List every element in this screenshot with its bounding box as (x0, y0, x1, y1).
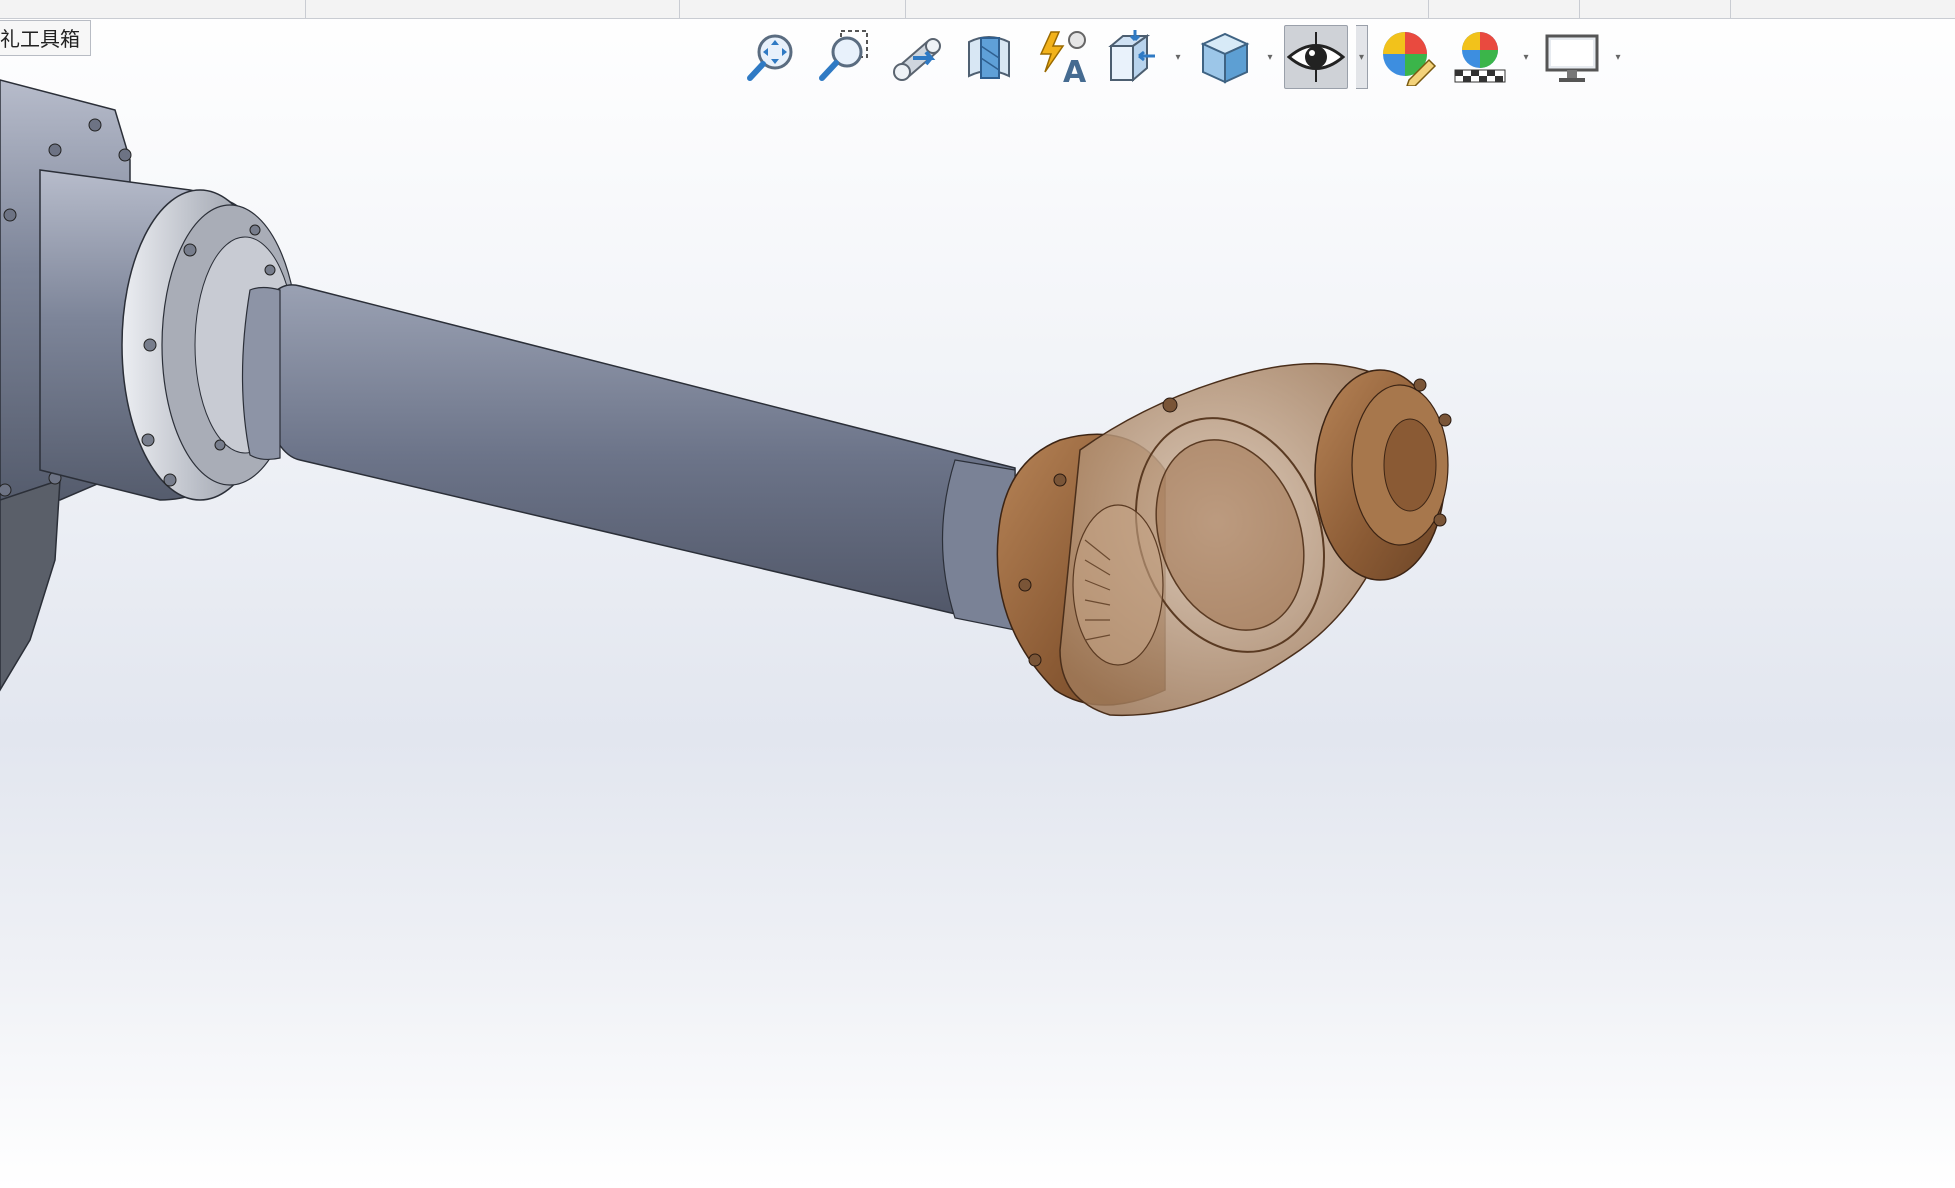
section-view-button[interactable] (956, 25, 1020, 89)
zoom-area-icon (819, 30, 868, 81)
apply-scene-dropdown[interactable]: ▾ (1520, 25, 1532, 89)
zoom-fit-icon (747, 34, 793, 81)
edit-appearance-button[interactable] (1376, 25, 1440, 89)
view-orientation-icon (1108, 30, 1155, 83)
view-settings-dropdown[interactable]: ▾ (1612, 25, 1624, 89)
zoom-to-fit-button[interactable] (740, 25, 804, 89)
view-orientation-dropdown[interactable]: ▾ (1172, 25, 1184, 89)
graphics-area[interactable] (0, 0, 1955, 1188)
dynamic-annotation-icon: A (1039, 31, 1087, 86)
svg-text:A: A (1063, 55, 1087, 86)
view-orientation-button[interactable] (1100, 25, 1164, 89)
apply-scene-button[interactable] (1448, 25, 1512, 89)
display-style-button[interactable] (1192, 25, 1256, 89)
heads-up-view-toolbar: A ▾ ▾ ▾ ▾ ▾ (740, 22, 1624, 92)
previous-view-icon (893, 38, 941, 81)
chevron-down-icon: ▾ (1358, 51, 1365, 63)
apply-scene-icon (1454, 32, 1506, 83)
chevron-down-icon: ▾ (1523, 51, 1529, 63)
edit-appearance-icon (1383, 32, 1437, 86)
chevron-down-icon: ▾ (1615, 51, 1621, 63)
display-style-icon (1200, 32, 1250, 84)
forearm-shaft[interactable] (241, 284, 1016, 631)
previous-view-button[interactable] (884, 25, 948, 89)
hide-show-items-button[interactable] (1284, 25, 1348, 89)
chevron-down-icon: ▾ (1267, 51, 1273, 63)
dynamic-annotation-views-button[interactable]: A (1028, 25, 1092, 89)
chevron-down-icon: ▾ (1175, 51, 1181, 63)
wrist-gear-assembly[interactable] (996, 362, 1452, 717)
monitor-icon (1545, 34, 1599, 82)
section-view-icon (968, 36, 1010, 79)
eye-icon (1287, 32, 1345, 82)
view-settings-button[interactable] (1540, 25, 1604, 89)
hide-show-items-dropdown[interactable]: ▾ (1356, 25, 1368, 89)
zoom-to-area-button[interactable] (812, 25, 876, 89)
display-style-dropdown[interactable]: ▾ (1264, 25, 1276, 89)
